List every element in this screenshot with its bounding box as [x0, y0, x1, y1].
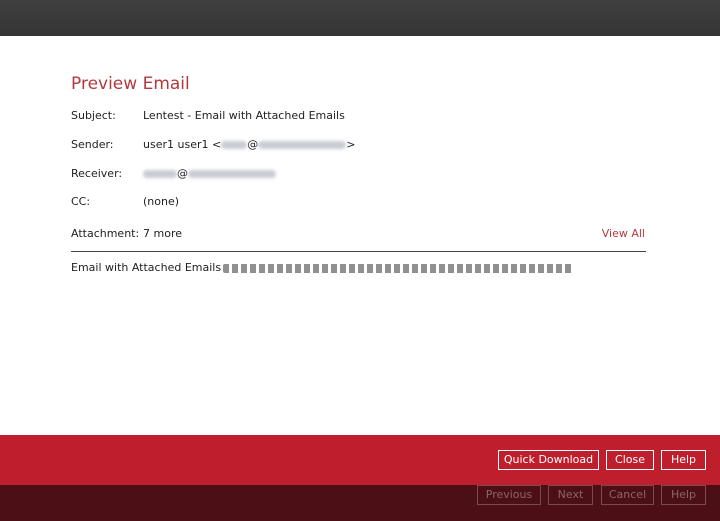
redacted-receiver-domain — [188, 170, 276, 178]
view-all-link[interactable]: View All — [602, 226, 645, 242]
sender-name: user1 user1 < — [143, 138, 222, 151]
email-body-text: Email with Attached Emails — [71, 261, 222, 274]
divider — [71, 251, 646, 252]
help-button[interactable]: Help — [661, 450, 706, 470]
cc-value: (none) — [143, 195, 180, 208]
attachment-value: 7 more — [143, 227, 182, 240]
previous-button[interactable]: Previous — [477, 485, 541, 505]
dialog-title: Preview Email — [71, 74, 190, 94]
redacted-sender-user — [221, 141, 248, 149]
cancel-button[interactable]: Cancel — [601, 485, 654, 505]
subject-value: Lentest - Email with Attached Emails — [143, 109, 345, 122]
sender-value: user1 user1 < @ > — [143, 137, 355, 153]
redacted-sender-domain — [258, 141, 347, 149]
emoji-glyphs — [223, 263, 574, 273]
sender-at: @ — [247, 138, 259, 151]
wizard-help-button[interactable]: Help — [661, 485, 706, 505]
cc-label: CC: — [71, 195, 91, 208]
receiver-value: @ — [143, 166, 276, 182]
redacted-receiver-user — [143, 170, 177, 178]
email-body: Email with Attached Emails — [71, 260, 646, 276]
attachment-label: Attachment: — [71, 227, 140, 240]
quick-download-button[interactable]: Quick Download — [498, 450, 599, 470]
action-bar: Quick Download Close Help — [0, 435, 720, 485]
receiver-label: Receiver: — [71, 167, 123, 180]
wizard-nav-bar: Previous Next Cancel Help — [0, 485, 720, 521]
subject-label: Subject: — [71, 109, 116, 122]
sender-label: Sender: — [71, 138, 114, 151]
sender-close: > — [346, 138, 356, 151]
receiver-at: @ — [177, 167, 188, 180]
next-button[interactable]: Next — [548, 485, 593, 505]
close-button[interactable]: Close — [606, 450, 654, 470]
preview-email-panel: Preview Email Subject: Lentest - Email w… — [0, 36, 720, 435]
window-top-bar — [0, 0, 720, 36]
